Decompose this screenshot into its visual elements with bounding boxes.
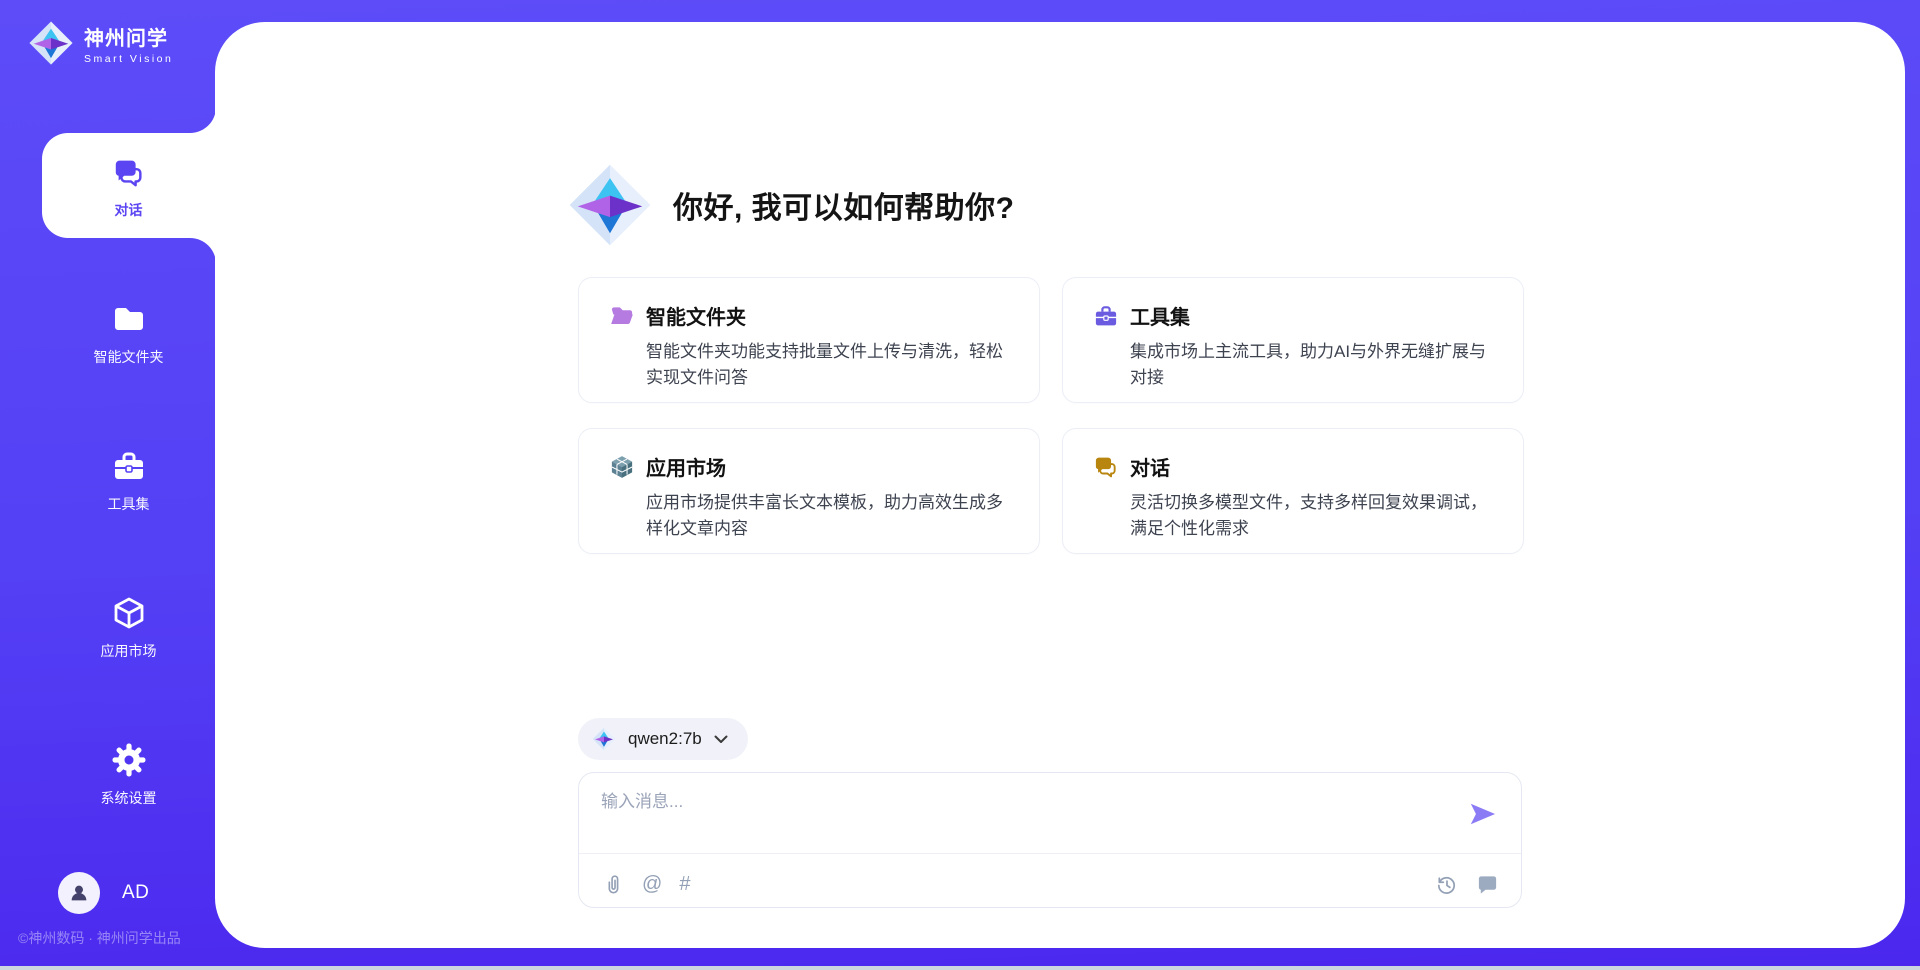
model-name: qwen2:7b: [628, 729, 702, 749]
window-bottom-edge: [0, 966, 1920, 970]
user-name: AD: [122, 882, 149, 904]
brand-name: 神州问学: [84, 22, 173, 51]
feature-cards: 智能文件夹 智能文件夹功能支持批量文件上传与清洗，轻松实现文件问答 工具集 集成…: [578, 277, 1524, 554]
app-root: 神州问学 Smart Vision 对话: [0, 0, 1920, 970]
sidebar-item-label: 智能文件夹: [94, 347, 164, 367]
message-input[interactable]: [601, 787, 1441, 845]
card-toolkit[interactable]: 工具集 集成市场上主流工具，助力AI与外界无缝扩展与对接: [1062, 277, 1524, 403]
greeting: 你好, 我可以如何帮助你?: [567, 162, 1015, 248]
hash-icon[interactable]: #: [679, 874, 690, 894]
sidebar-item-smart-folder[interactable]: 智能文件夹: [42, 280, 215, 385]
greeting-logo-icon: [567, 162, 653, 248]
sidebar-item-label: 对话: [115, 200, 143, 220]
card-title: 对话: [1130, 452, 1170, 481]
sidebar-item-app-market[interactable]: 应用市场: [42, 574, 215, 679]
card-desc: 应用市场提供丰富长文本模板，助力高效生成多样化文章内容: [646, 490, 1011, 542]
briefcase-icon: [109, 446, 149, 486]
active-tab-notch-top: [190, 107, 216, 133]
chat-icon: [109, 152, 149, 192]
chat-icon: [1093, 454, 1119, 480]
avatar: [58, 872, 100, 914]
sidebar-item-label: 工具集: [108, 494, 150, 514]
folder-icon: [609, 303, 635, 329]
card-desc: 集成市场上主流工具，助力AI与外界无缝扩展与对接: [1130, 339, 1495, 391]
sidebar-item-label: 系统设置: [101, 788, 157, 808]
gear-icon: [109, 740, 149, 780]
brand-subtitle: Smart Vision: [84, 53, 173, 65]
card-title: 智能文件夹: [646, 301, 746, 330]
sidebar-item-label: 应用市场: [101, 641, 157, 661]
copyright-text: ©神州数码 · 神州问学出品: [18, 928, 181, 948]
card-smart-folder[interactable]: 智能文件夹 智能文件夹功能支持批量文件上传与清洗，轻松实现文件问答: [578, 277, 1040, 403]
card-chat[interactable]: 对话 灵活切换多模型文件，支持多样回复效果调试，满足个性化需求: [1062, 428, 1524, 554]
card-app-market[interactable]: 应用市场 应用市场提供丰富长文本模板，助力高效生成多样化文章内容: [578, 428, 1040, 554]
cube-icon: [609, 454, 635, 480]
card-title: 工具集: [1130, 301, 1190, 330]
cube-icon: [109, 593, 149, 633]
main-panel: 你好, 我可以如何帮助你? 智能文件夹 智能文件夹功能支持批量文件上传与清洗，轻…: [215, 22, 1905, 948]
active-tab-notch-bottom: [190, 238, 216, 264]
sidebar: 神州问学 Smart Vision 对话: [0, 0, 215, 966]
feedback-icon[interactable]: [1475, 872, 1499, 896]
composer: @ #: [578, 772, 1522, 908]
mention-icon[interactable]: @: [642, 874, 662, 894]
chevron-down-icon: [714, 735, 728, 744]
folder-icon: [109, 299, 149, 339]
composer-toolbar: @ #: [601, 867, 1499, 901]
history-icon[interactable]: [1434, 872, 1458, 896]
composer-divider: [579, 853, 1521, 854]
card-desc: 灵活切换多模型文件，支持多样回复效果调试，满足个性化需求: [1130, 490, 1495, 542]
attach-icon[interactable]: [601, 872, 625, 896]
brand-logo-icon: [28, 20, 74, 66]
send-icon[interactable]: [1467, 799, 1497, 829]
briefcase-icon: [1093, 303, 1119, 329]
sidebar-item-chat[interactable]: 对话: [42, 133, 215, 238]
card-title: 应用市场: [646, 452, 726, 481]
user-row[interactable]: AD: [58, 872, 149, 914]
brand: 神州问学 Smart Vision: [28, 20, 173, 66]
model-selector[interactable]: qwen2:7b: [578, 718, 748, 760]
model-logo-icon: [592, 727, 616, 751]
greeting-title: 你好, 我可以如何帮助你?: [673, 183, 1015, 227]
card-desc: 智能文件夹功能支持批量文件上传与清洗，轻松实现文件问答: [646, 339, 1011, 391]
sidebar-item-settings[interactable]: 系统设置: [42, 721, 215, 826]
sidebar-item-toolkit[interactable]: 工具集: [42, 427, 215, 532]
